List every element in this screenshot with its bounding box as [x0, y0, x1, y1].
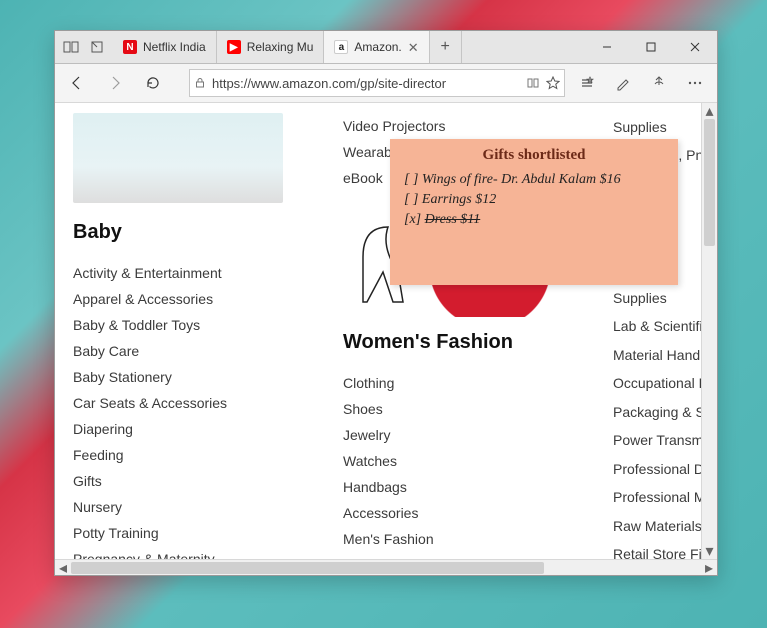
category-link[interactable]: Diapering	[73, 416, 303, 442]
category-link[interactable]: Baby & Toddler Toys	[73, 312, 303, 338]
sticky-title: Gifts shortlisted	[404, 147, 664, 164]
tab-youtube[interactable]: ▶ Relaxing Mu	[217, 31, 325, 63]
forward-button[interactable]	[99, 67, 131, 99]
category-link[interactable]: Shoes	[343, 396, 573, 422]
set-aside-icon[interactable]	[89, 39, 105, 55]
category-title-womens: Women's Fashion	[343, 331, 573, 354]
scroll-right-icon[interactable]: ▸	[701, 560, 717, 576]
scroll-up-icon[interactable]: ▴	[702, 103, 717, 119]
tab-label: Netflix India	[143, 40, 206, 54]
category-link[interactable]: Accessories	[343, 500, 573, 526]
browser-window: N Netflix India ▶ Relaxing Mu a Amazon. …	[54, 30, 718, 576]
category-link[interactable]: Apparel & Accessories	[73, 286, 303, 312]
toolbar-right	[571, 67, 711, 99]
horizontal-scrollbar[interactable]: ◂ ▸	[55, 559, 717, 575]
favicon-netflix: N	[123, 40, 137, 54]
lock-icon	[194, 77, 206, 89]
refresh-button[interactable]	[137, 67, 169, 99]
category-link[interactable]: Activity & Entertainment	[73, 260, 303, 286]
sticky-item: [ ] Earrings $12	[404, 190, 664, 210]
favicon-youtube: ▶	[227, 40, 241, 54]
category-link[interactable]: Gifts	[73, 468, 303, 494]
titlebar-left-icons	[55, 31, 113, 63]
category-link[interactable]: Feeding	[73, 442, 303, 468]
more-icon[interactable]	[679, 67, 711, 99]
category-link[interactable]: Car Seats & Accessories	[73, 390, 303, 416]
tab-strip: N Netflix India ▶ Relaxing Mu a Amazon. …	[113, 31, 585, 63]
vscroll-track[interactable]	[702, 119, 717, 543]
toolbar	[55, 64, 717, 103]
sticky-item: [ ] Wings of fire- Dr. Abdul Kalam $16	[404, 170, 664, 190]
window-controls	[585, 31, 717, 63]
close-button[interactable]	[673, 31, 717, 63]
scroll-left-icon[interactable]: ◂	[55, 560, 71, 576]
tab-close-icon[interactable]: ✕	[408, 41, 419, 54]
maximize-button[interactable]	[629, 31, 673, 63]
vertical-scrollbar[interactable]: ▴ ▾	[701, 103, 717, 559]
category-link[interactable]: Clothing	[343, 370, 573, 396]
category-link[interactable]: Men's Fashion	[343, 526, 573, 552]
category-link[interactable]: Video Projectors	[343, 113, 573, 139]
category-link[interactable]: Handbags	[343, 474, 573, 500]
baby-category-image	[73, 113, 283, 203]
tab-label: Amazon.	[354, 40, 401, 54]
category-title-baby: Baby	[73, 221, 303, 244]
share-icon[interactable]	[643, 67, 675, 99]
sticky-item: [x] Dress $11	[404, 210, 664, 230]
favorite-star-icon[interactable]	[546, 76, 560, 90]
tab-amazon[interactable]: a Amazon. ✕	[324, 31, 429, 63]
category-link[interactable]: Watches	[343, 448, 573, 474]
hscroll-track[interactable]	[71, 560, 701, 576]
notes-icon[interactable]	[607, 67, 639, 99]
url-input[interactable]	[212, 76, 520, 91]
womens-list: ClothingShoesJewelryWatchesHandbagsAcces…	[343, 370, 573, 575]
category-link[interactable]: Baby Stationery	[73, 364, 303, 390]
hscroll-thumb[interactable]	[71, 562, 544, 574]
minimize-button[interactable]	[585, 31, 629, 63]
reading-view-icon[interactable]	[526, 76, 540, 90]
category-link[interactable]: Baby Care	[73, 338, 303, 364]
address-bar[interactable]	[189, 69, 565, 97]
tab-netflix[interactable]: N Netflix India	[113, 31, 217, 63]
sticky-note[interactable]: Gifts shortlisted [ ] Wings of fire- Dr.…	[390, 139, 678, 285]
baby-list: Activity & EntertainmentApparel & Access…	[73, 260, 303, 575]
category-link[interactable]: Potty Training	[73, 520, 303, 546]
back-button[interactable]	[61, 67, 93, 99]
category-link[interactable]: Nursery	[73, 494, 303, 520]
new-tab-button[interactable]: +	[430, 31, 462, 63]
tab-overview-icon[interactable]	[63, 39, 79, 55]
favicon-amazon: a	[334, 40, 348, 54]
favorites-hub-icon[interactable]	[571, 67, 603, 99]
tab-label: Relaxing Mu	[247, 40, 314, 54]
vscroll-thumb[interactable]	[704, 119, 715, 246]
column-baby: Baby Activity & EntertainmentApparel & A…	[73, 113, 303, 575]
titlebar: N Netflix India ▶ Relaxing Mu a Amazon. …	[55, 31, 717, 64]
category-link[interactable]: Jewelry	[343, 422, 573, 448]
